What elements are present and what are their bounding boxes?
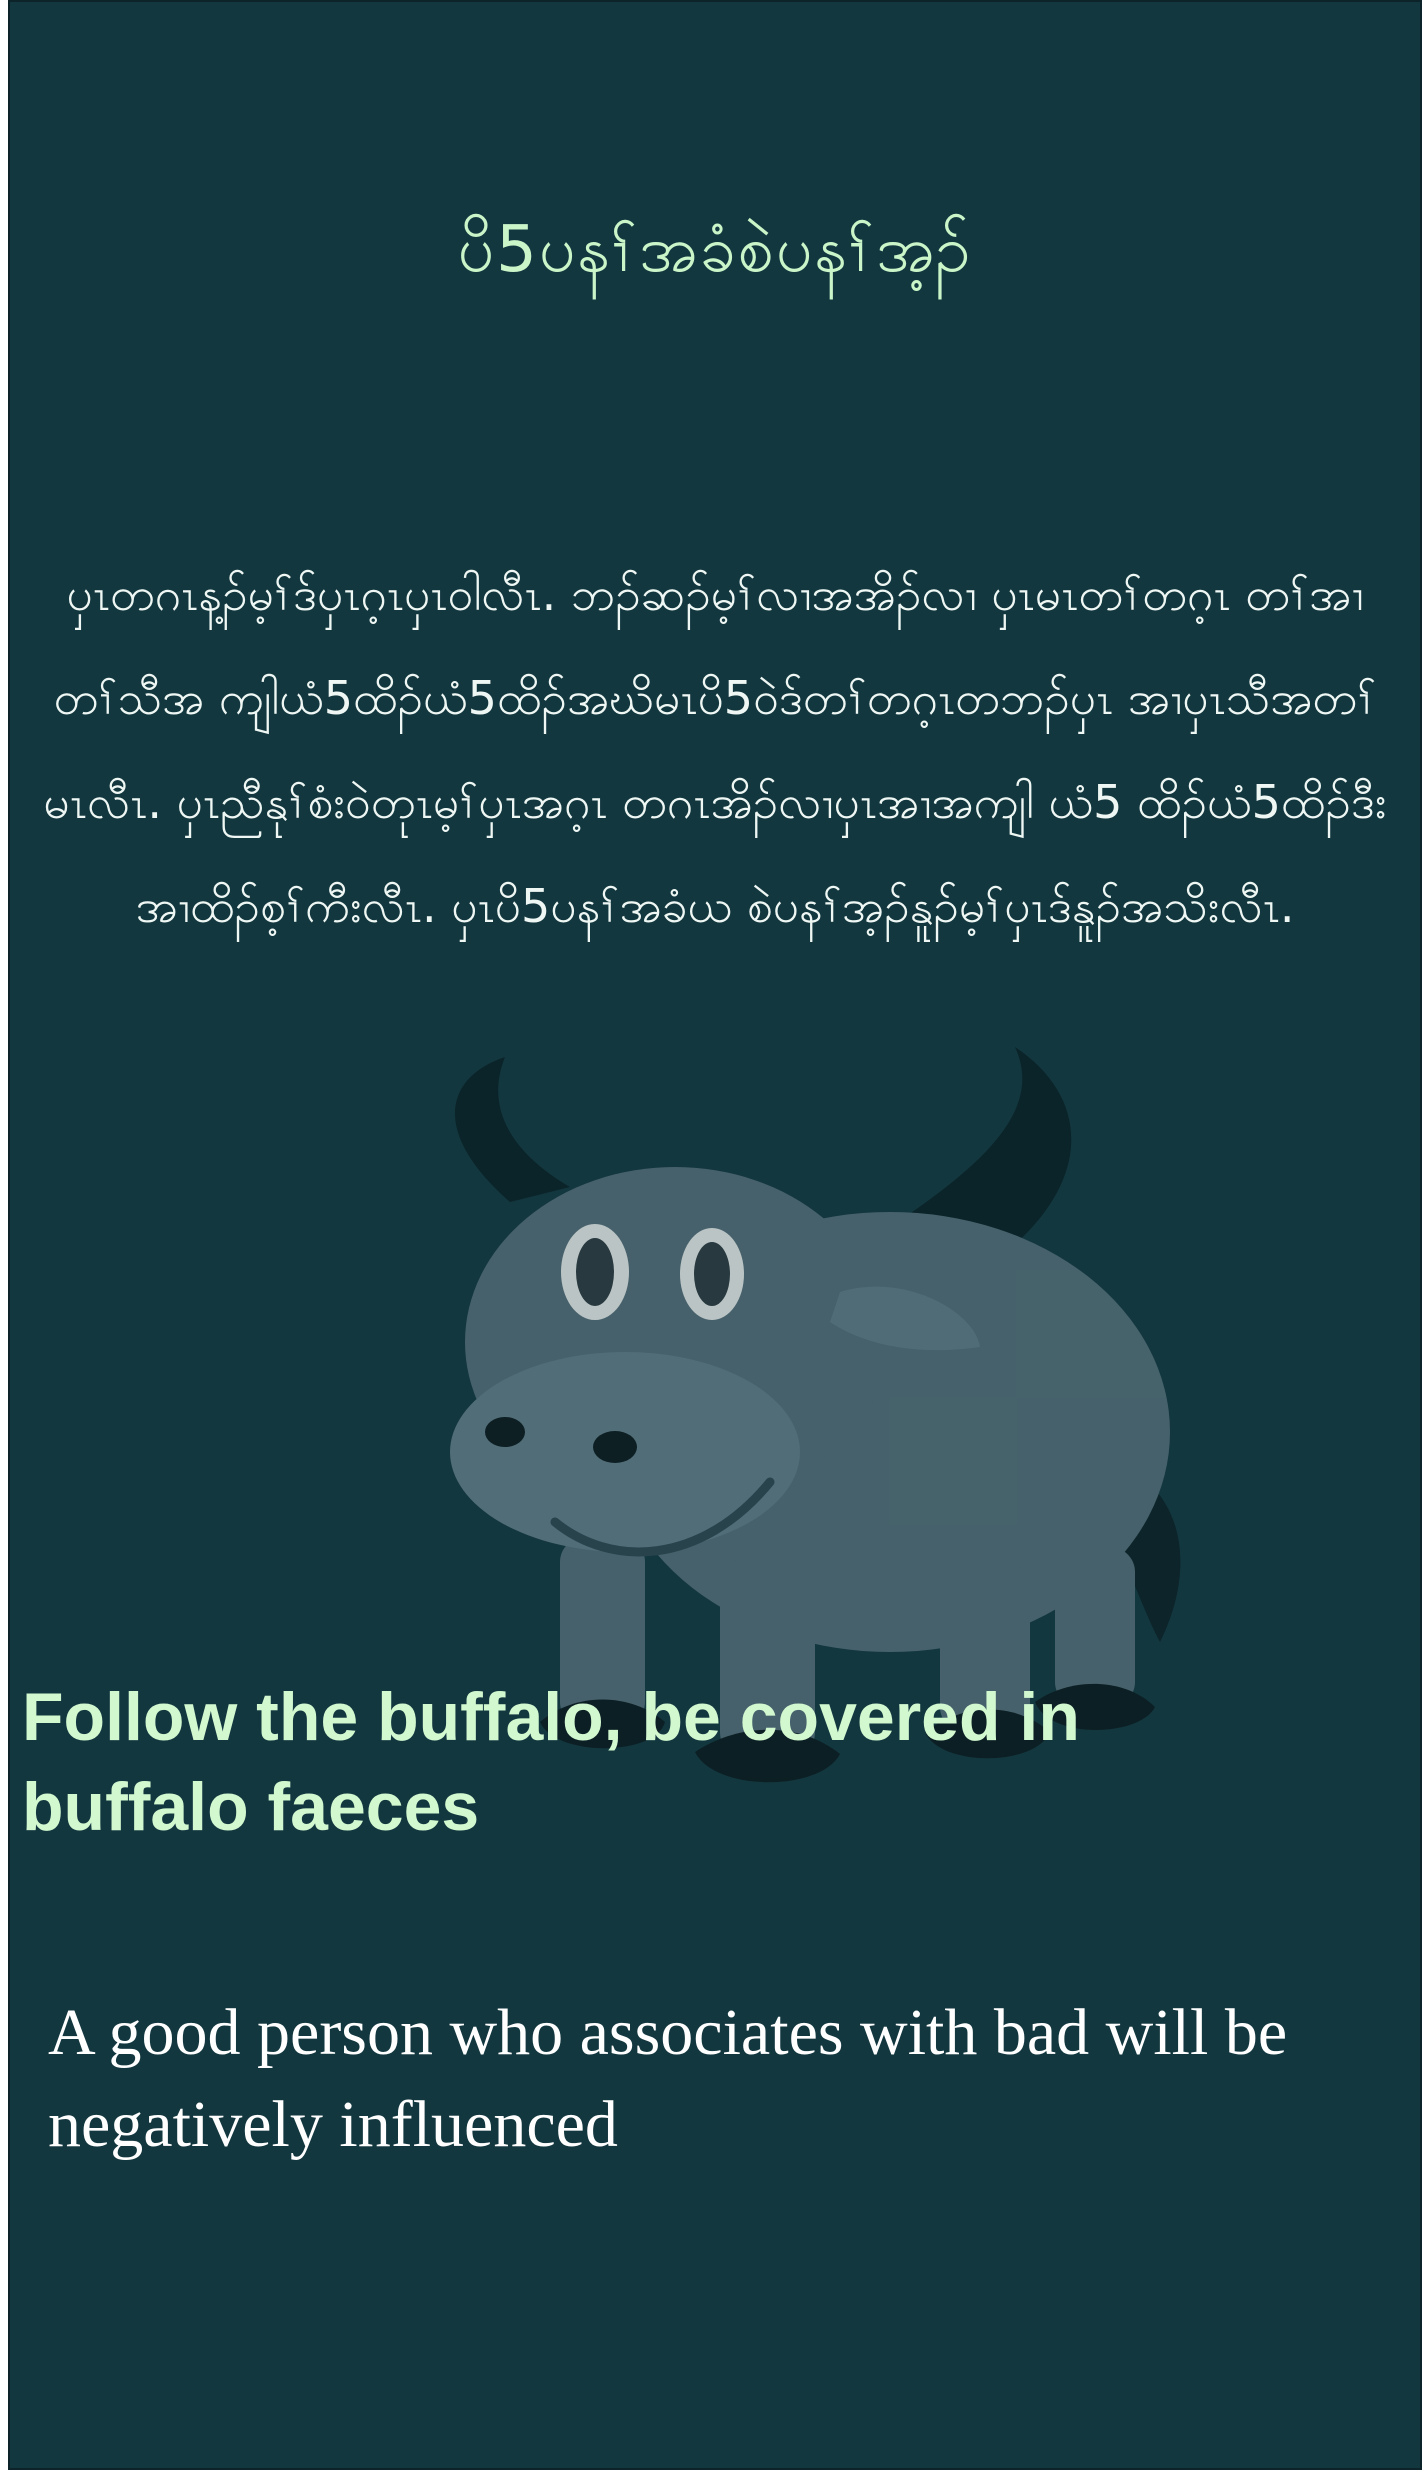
page-title: ပိ5ပနၢ်အခံစဲပနၢ်အ့ၣ်	[457, 213, 973, 287]
proverb-explanation-local: ပှၤတဂၤန့ၣ်မ့ၢ်ဒ်ပှၤဂ့ၤပှၤဝါလီၤ. ဘၣ်ဆၣ်မ့…	[43, 567, 1387, 933]
proverb-meaning: A good person who associates with bad wi…	[48, 1996, 1288, 2161]
proverb-card: ပိ5ပနၢ်အခံစဲပနၢ်အ့ၣ် ပှၤတဂၤန့ၣ်မ့ၢ်ဒ်ပှၤ…	[8, 0, 1422, 2470]
english-proverb: Follow the buffalo, be covered in buffal…	[22, 1679, 1080, 1845]
